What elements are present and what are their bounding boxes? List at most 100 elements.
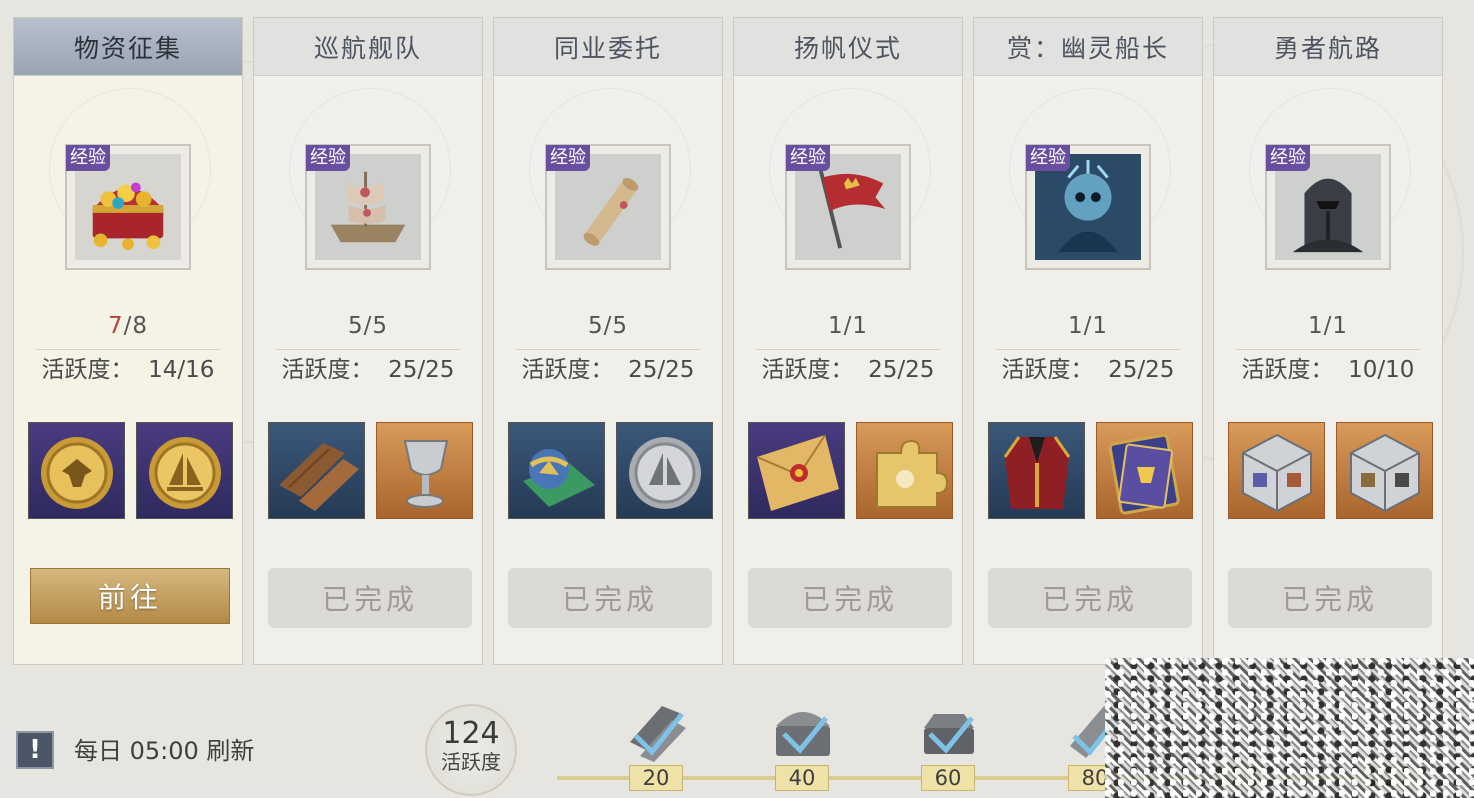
reward-list	[28, 422, 234, 520]
task-progress: 7/8	[14, 313, 242, 339]
reward-list	[508, 422, 714, 520]
task-card-brave-route[interactable]: 勇者航路 经验 1/1 活跃度： 10/10 已完成	[1213, 17, 1443, 665]
exp-badge: 经验	[1026, 145, 1070, 171]
card-title: 同业委托	[494, 18, 722, 76]
task-image-frame[interactable]: 经验	[305, 144, 431, 270]
obscured-overlay	[1105, 658, 1474, 798]
task-progress: 5/5	[347, 313, 388, 339]
activity-value: 25/25	[388, 357, 455, 383]
claimed-chest-reward-icon[interactable]	[768, 696, 838, 766]
reward-slot[interactable]	[1336, 422, 1433, 519]
task-image-frame[interactable]: 经验	[1025, 144, 1151, 270]
scroll-icon	[583, 178, 639, 246]
activity-label: 活跃度：	[1241, 357, 1334, 383]
exp-badge: 经验	[1266, 145, 1310, 171]
activity-score: 活跃度： 25/25	[254, 350, 482, 384]
silver-goblet-icon	[403, 440, 449, 508]
sealed-letter-icon	[756, 434, 839, 511]
card-title: 赏：幽灵船长	[974, 18, 1202, 76]
wood-planks-icon	[279, 443, 359, 511]
mystery-cube-icon	[1242, 433, 1312, 513]
sail-silver-coin-icon	[629, 437, 701, 509]
mystery-cube-icon	[1350, 433, 1420, 513]
completed-button[interactable]: 已完成	[268, 568, 472, 628]
reward-slot[interactable]	[1228, 422, 1325, 519]
task-card-peer-commission[interactable]: 同业委托 经验 5/5 活跃度： 25/25 已完成	[493, 17, 723, 665]
treasure-chest-icon	[92, 182, 164, 251]
reward-slot[interactable]	[856, 422, 953, 519]
reward-slot[interactable]	[376, 422, 473, 519]
task-progress: 1/1	[1307, 313, 1348, 339]
completed-button[interactable]: 已完成	[1228, 568, 1432, 628]
activity-label: 活跃度：	[41, 357, 134, 383]
claimed-plank-reward-icon[interactable]	[622, 696, 692, 766]
exp-badge: 经验	[546, 145, 590, 171]
activity-label: 活跃度：	[1001, 357, 1094, 383]
task-card-ghost-captain-bounty[interactable]: 赏：幽灵船长 经验 1/1 活跃度： 25/25 已完成	[973, 17, 1203, 665]
completed-button[interactable]: 已完成	[988, 568, 1192, 628]
exp-badge: 经验	[66, 145, 110, 171]
completed-button[interactable]: 已完成	[508, 568, 712, 628]
activity-value: 25/25	[1108, 357, 1175, 383]
activity-label: 活跃度：	[761, 357, 854, 383]
dark-knight-helmet-icon	[1292, 178, 1364, 253]
task-card-cruise-fleet[interactable]: 巡航舰队 经验 5/5 活跃度： 25/25 已完成	[253, 17, 483, 665]
card-title: 物资征集	[14, 18, 242, 76]
reward-slot[interactable]	[136, 422, 233, 519]
task-image-frame[interactable]: 经验	[1265, 144, 1391, 270]
banner-flag-icon	[818, 169, 886, 249]
activity-total-label: 活跃度	[441, 750, 501, 774]
reward-list	[268, 422, 474, 520]
task-progress: 1/1	[1067, 313, 1108, 339]
card-title: 勇者航路	[1214, 18, 1442, 76]
task-cards: 物资征集 经验 7/8 活跃度： 14/16 前往 巡航舰队 经验 5/5 活跃…	[13, 17, 1445, 667]
ghost-captain-icon	[1039, 158, 1137, 256]
milestone-label: 60	[921, 765, 975, 791]
card-title: 巡航舰队	[254, 18, 482, 76]
reward-slot[interactable]	[28, 422, 125, 519]
activity-label: 活跃度：	[521, 357, 614, 383]
exp-badge: 经验	[306, 145, 350, 171]
globe-map-icon	[523, 449, 595, 507]
activity-value: 25/25	[868, 357, 935, 383]
reward-slot[interactable]	[616, 422, 713, 519]
activity-score: 活跃度： 25/25	[494, 350, 722, 384]
puzzle-piece-icon	[876, 439, 949, 508]
reward-slot[interactable]	[268, 422, 365, 519]
daily-refresh-text: 每日 05:00 刷新	[74, 737, 255, 765]
card-title: 扬帆仪式	[734, 18, 962, 76]
claimed-chest-reward-icon[interactable]	[914, 696, 984, 766]
reward-list	[748, 422, 954, 520]
go-button[interactable]: 前往	[30, 568, 230, 624]
reward-list	[1228, 422, 1434, 520]
activity-value: 14/16	[148, 357, 215, 383]
task-image-frame[interactable]: 经验	[785, 144, 911, 270]
task-card-supply-collection[interactable]: 物资征集 经验 7/8 活跃度： 14/16 前往	[13, 17, 243, 665]
reward-slot[interactable]	[1096, 422, 1193, 519]
task-image-frame[interactable]: 经验	[545, 144, 671, 270]
activity-label: 活跃度：	[281, 357, 374, 383]
milestone-label: 20	[629, 765, 683, 791]
activity-score: 活跃度： 25/25	[974, 350, 1202, 384]
milestone-label: 40	[775, 765, 829, 791]
eagle-gold-coin-icon	[41, 437, 113, 509]
task-image-frame[interactable]: 经验	[65, 144, 191, 270]
completed-button[interactable]: 已完成	[748, 568, 952, 628]
task-card-sail-ceremony[interactable]: 扬帆仪式 经验 1/1 活跃度： 25/25 已完成	[733, 17, 963, 665]
reward-list	[988, 422, 1194, 520]
activity-score: 活跃度： 14/16	[14, 350, 242, 384]
reward-slot[interactable]	[508, 422, 605, 519]
reward-slot[interactable]	[988, 422, 1085, 519]
task-progress: 5/5	[587, 313, 628, 339]
reward-slot[interactable]	[748, 422, 845, 519]
progress-total: /8	[123, 313, 149, 339]
blueprint-card-icon	[1108, 433, 1180, 515]
activity-total-value: 124	[442, 716, 500, 751]
red-coat-icon	[1003, 436, 1071, 509]
notice-icon[interactable]: !	[16, 731, 54, 769]
exp-badge: 经验	[786, 145, 830, 171]
progress-current: 7	[107, 313, 124, 339]
activity-value: 10/10	[1348, 357, 1415, 383]
task-progress: 1/1	[827, 313, 868, 339]
activity-value: 25/25	[628, 357, 695, 383]
